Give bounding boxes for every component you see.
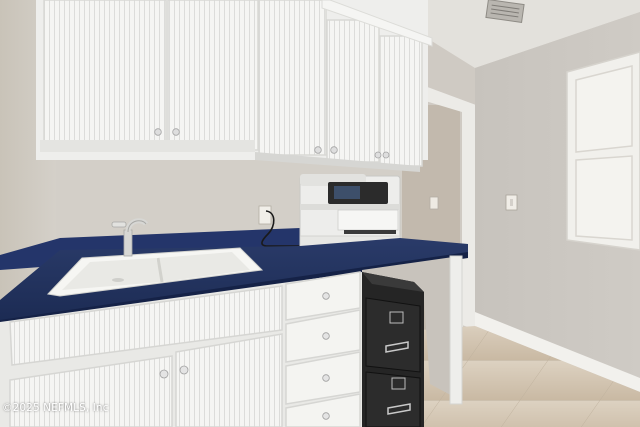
room-photo xyxy=(0,0,640,427)
light-switch-hall xyxy=(429,196,439,210)
wall-outlet xyxy=(258,205,272,225)
photo-scene: ©2025 NEFMLS, Inc xyxy=(0,0,640,427)
file-cabinet xyxy=(362,272,424,427)
copyright-watermark: ©2025 NEFMLS, Inc xyxy=(2,402,109,414)
wall-access-panel xyxy=(566,51,640,251)
upper-cabinets xyxy=(36,0,433,172)
counter-leg xyxy=(449,255,463,405)
